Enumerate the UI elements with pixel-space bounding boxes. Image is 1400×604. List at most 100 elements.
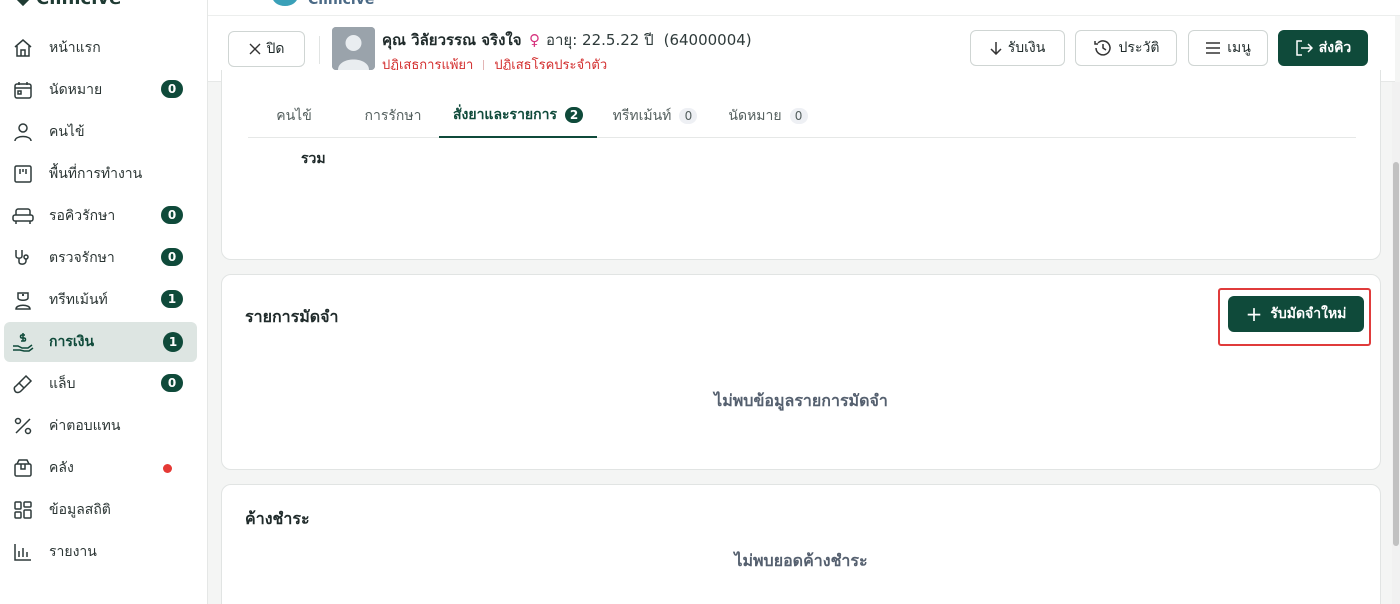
workspace-icon [12, 163, 34, 185]
tab-appointments[interactable]: นัดหมาย 0 [718, 94, 818, 138]
outstanding-empty-message: ไม่พบยอดค้างชำระ [734, 551, 868, 570]
patient-age: อายุ: 22.5.22 ปี [546, 31, 654, 49]
count-badge: 1 [163, 332, 183, 352]
sidebar-item-workspace[interactable]: พื้นที่การทำงาน [4, 154, 197, 194]
outstanding-card: ค้างชำระ ไม่พบยอดค้างชำระ [221, 484, 1381, 604]
receive-payment-button[interactable]: รับเงิน [970, 30, 1065, 66]
tab-bar: คนไข้ การรักษา สั่งยาและรายการ 2 ทรีทเม้น… [248, 94, 1356, 138]
test-tube-icon [12, 373, 34, 395]
plus-icon: + [1245, 302, 1263, 326]
count-badge: 0 [161, 80, 183, 98]
sidebar-item-label: หน้าแรก [49, 40, 101, 56]
sidebar-item-label: คนไข้ [49, 124, 85, 140]
avatar [332, 27, 375, 70]
notification-dot [163, 464, 172, 473]
patient-name: คุณ วิลัยวรรณ จริงใจ [382, 31, 522, 49]
brand-name: Clinicive [36, 0, 121, 9]
close-icon [249, 43, 261, 55]
history-button[interactable]: ประวัติ [1075, 30, 1177, 66]
sidebar-item-label: ข้อมูลสถิติ [49, 502, 111, 518]
divider [319, 36, 320, 64]
tab-patient[interactable]: คนไข้ [248, 94, 340, 138]
sidebar-item-home[interactable]: หน้าแรก [4, 28, 197, 68]
sidebar-item-label: การเงิน [49, 334, 95, 350]
deposit-empty-message: ไม่พบข้อมูลรายการมัดจำ [714, 391, 888, 410]
send-queue-button[interactable]: ส่งคิว [1278, 30, 1368, 66]
sidebar-item-label: ตรวจรักษา [49, 250, 115, 266]
count-badge: 0 [161, 374, 183, 392]
sidebar-item-treatment[interactable]: ทรีทเม้นท์ 1 [4, 280, 197, 320]
sidebar-item-lab[interactable]: แล็บ 0 [4, 364, 197, 404]
new-deposit-button[interactable]: + รับมัดจำใหม่ [1228, 296, 1364, 332]
sidebar-item-appointments[interactable]: นัดหมาย 0 [4, 70, 197, 110]
arrow-down-icon [990, 41, 1002, 55]
top-header: Clinicive [208, 0, 1400, 16]
count-badge: 0 [161, 248, 183, 266]
sidebar-item-label: รอคิวรักษา [49, 208, 116, 224]
tab-treatments[interactable]: ทรีทเม้นท์ 0 [605, 94, 705, 138]
org-logo-icon [272, 0, 298, 6]
close-button-label: ปิด [266, 41, 285, 57]
history-icon [1093, 38, 1113, 58]
close-button[interactable]: ปิด [228, 31, 305, 67]
scrollbar[interactable] [1392, 82, 1400, 604]
percent-icon [12, 415, 34, 437]
tab-label: การรักษา [364, 108, 422, 124]
sidebar-item-label: นัดหมาย [49, 82, 103, 98]
history-label: ประวัติ [1118, 40, 1160, 56]
sidebar: Clinicive หน้าแรก นัดหมาย 0 คนไข้ พื้นที… [0, 0, 208, 604]
total-label: รวม [301, 151, 326, 167]
sofa-icon [12, 205, 34, 227]
receive-payment-label: รับเงิน [1007, 40, 1046, 56]
hamburger-icon [1205, 41, 1221, 55]
home-icon [12, 37, 34, 59]
sidebar-item-inventory[interactable]: คลัง [4, 448, 197, 488]
patient-hn: (64000004) [663, 31, 752, 49]
count-badge: 1 [161, 290, 183, 308]
org-name: Clinicive [308, 0, 375, 8]
tab-label: นัดหมาย [728, 108, 782, 124]
sidebar-item-label: แล็บ [49, 376, 76, 392]
tab-orders[interactable]: สั่งยาและรายการ 2 [439, 94, 597, 138]
sidebar-item-label: พื้นที่การทำงาน [49, 166, 143, 182]
sidebar-item-label: คลัง [49, 460, 74, 476]
tab-label: คนไข้ [276, 108, 312, 124]
box-icon [12, 457, 34, 479]
new-deposit-label: รับมัดจำใหม่ [1270, 306, 1347, 322]
sidebar-item-examination[interactable]: ตรวจรักษา 0 [4, 238, 197, 278]
exit-arrow-icon [1295, 40, 1313, 56]
menu-button[interactable]: เมนู [1188, 30, 1268, 66]
tab-badge: 0 [789, 108, 808, 124]
grid-icon [12, 499, 34, 521]
brand-logo: Clinicive [15, 0, 121, 9]
stethoscope-icon [12, 247, 34, 269]
outstanding-title: ค้างชำระ [245, 509, 310, 528]
count-badge: 0 [161, 206, 183, 224]
sidebar-item-finance[interactable]: การเงิน 1 [4, 322, 197, 362]
sidebar-item-patients[interactable]: คนไข้ [4, 112, 197, 152]
deposit-card: รายการมัดจำ + รับมัดจำใหม่ ไม่พบข้อมูลรา… [221, 274, 1381, 470]
sidebar-item-label: ค่าตอบแทน [49, 418, 121, 434]
deposit-title: รายการมัดจำ [245, 307, 339, 326]
tab-label: สั่งยาและรายการ [452, 107, 557, 123]
sidebar-item-statistics[interactable]: ข้อมูลสถิติ [4, 490, 197, 530]
female-icon: ♀ [529, 31, 540, 49]
sidebar-item-compensation[interactable]: ค่าตอบแทน [4, 406, 197, 446]
scroll-thumb[interactable] [1393, 162, 1399, 546]
sidebar-item-label: ทรีทเม้นท์ [49, 292, 108, 308]
orders-card: คนไข้ การรักษา สั่งยาและรายการ 2 ทรีทเม้น… [221, 70, 1381, 260]
sidebar-item-label: รายงาน [49, 544, 97, 560]
nurse-icon [12, 289, 34, 311]
tab-treatment[interactable]: การรักษา [348, 94, 438, 138]
tab-badge: 2 [565, 107, 583, 123]
user-icon [12, 121, 34, 143]
sidebar-nav: หน้าแรก นัดหมาย 0 คนไข้ พื้นที่การทำงาน … [0, 26, 208, 574]
tab-badge: 0 [679, 108, 698, 124]
finance-icon [12, 331, 34, 353]
menu-label: เมนู [1227, 40, 1251, 56]
sidebar-item-waiting-queue[interactable]: รอคิวรักษา 0 [4, 196, 197, 236]
sidebar-item-reports[interactable]: รายงาน [4, 532, 197, 572]
send-queue-label: ส่งคิว [1318, 40, 1352, 56]
calendar-icon [12, 79, 34, 101]
patient-meta: ♀ อายุ: 22.5.22 ปี (64000004) [529, 28, 752, 52]
